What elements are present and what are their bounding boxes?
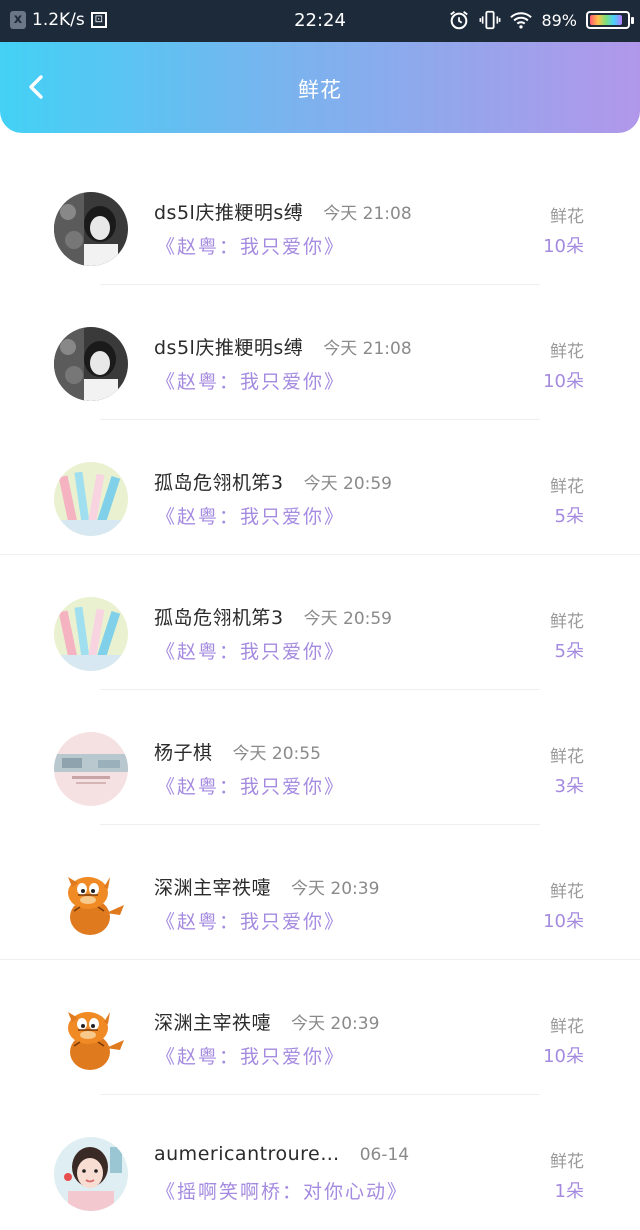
flower-label: 鲜花 xyxy=(550,612,584,632)
timestamp: 今天 21:08 xyxy=(323,204,412,224)
page-header: 鲜花 xyxy=(0,42,640,133)
list-item[interactable]: 深渊主宰祑嚏 今天 20:39 《赵粤：我只爱你》 鲜花 10朵 xyxy=(0,825,640,960)
timestamp: 今天 21:08 xyxy=(323,339,412,359)
list-item[interactable]: 孤岛危翎机笫3 今天 20:59 《赵粤：我只爱你》 鲜花 5朵 xyxy=(0,420,640,555)
flower-count: 10朵 xyxy=(543,236,584,257)
flower-label: 鲜花 xyxy=(550,207,584,227)
user-name: 杨子棋 xyxy=(154,742,213,764)
flower-label: 鲜花 xyxy=(550,342,584,362)
flower-record-list: ds5l庆推粳明s缚 今天 21:08 《赵粤：我只爱你》 鲜花 10朵 ds5… xyxy=(0,150,640,1230)
user-name: 深渊主宰祑嚏 xyxy=(154,877,272,899)
list-item[interactable]: 杨子棋 今天 20:55 《赵粤：我只爱你》 鲜花 3朵 xyxy=(0,690,640,825)
timestamp: 今天 20:59 xyxy=(303,609,392,629)
list-item[interactable]: aumericantroure… 06-14 《摇啊笑啊桥：对你心动》 鲜花 1… xyxy=(0,1095,640,1230)
user-name: ds5l庆推粳明s缚 xyxy=(154,202,304,224)
status-bar: x 1.2K/s ⊡ 22:24 89% xyxy=(0,0,640,42)
avatar[interactable] xyxy=(54,732,128,806)
flower-label: 鲜花 xyxy=(550,477,584,497)
wifi-icon xyxy=(510,12,533,29)
page-title: 鲜花 xyxy=(298,78,342,102)
song-title[interactable]: 《摇啊笑啊桥：对你心动》 xyxy=(156,1177,408,1204)
list-item[interactable]: 孤岛危翎机笫3 今天 20:59 《赵粤：我只爱你》 鲜花 5朵 xyxy=(0,555,640,690)
user-name: 深渊主宰祑嚏 xyxy=(154,1012,272,1034)
timestamp: 今天 20:39 xyxy=(291,1014,380,1034)
song-title[interactable]: 《赵粤：我只爱你》 xyxy=(156,772,345,799)
user-name: 孤岛危翎机笫3 xyxy=(154,607,284,629)
avatar[interactable] xyxy=(54,1137,128,1211)
timestamp: 06-14 xyxy=(359,1145,410,1165)
list-item[interactable]: ds5l庆推粳明s缚 今天 21:08 《赵粤：我只爱你》 鲜花 10朵 xyxy=(0,285,640,420)
user-name: 孤岛危翎机笫3 xyxy=(154,472,284,494)
vibrate-icon xyxy=(479,10,501,30)
flower-label: 鲜花 xyxy=(550,882,584,902)
flower-label: 鲜花 xyxy=(550,1152,584,1172)
user-name: ds5l庆推粳明s缚 xyxy=(154,337,304,359)
timestamp: 今天 20:39 xyxy=(291,879,380,899)
flower-label: 鲜花 xyxy=(550,747,584,767)
song-title[interactable]: 《赵粤：我只爱你》 xyxy=(156,367,345,394)
avatar[interactable] xyxy=(54,327,128,401)
flower-count: 1朵 xyxy=(554,1181,584,1202)
list-item[interactable]: 深渊主宰祑嚏 今天 20:39 《赵粤：我只爱你》 鲜花 10朵 xyxy=(0,960,640,1095)
song-title[interactable]: 《赵粤：我只爱你》 xyxy=(156,637,345,664)
song-title[interactable]: 《赵粤：我只爱你》 xyxy=(156,502,345,529)
flower-count: 10朵 xyxy=(543,371,584,392)
song-title[interactable]: 《赵粤：我只爱你》 xyxy=(156,1042,345,1069)
avatar[interactable] xyxy=(54,192,128,266)
battery-icon xyxy=(586,11,634,29)
song-title[interactable]: 《赵粤：我只爱你》 xyxy=(156,232,345,259)
flower-count: 5朵 xyxy=(554,506,584,527)
list-item[interactable]: ds5l庆推粳明s缚 今天 21:08 《赵粤：我只爱你》 鲜花 10朵 xyxy=(0,150,640,285)
alarm-icon xyxy=(450,11,469,30)
timestamp: 今天 20:59 xyxy=(303,474,392,494)
avatar[interactable] xyxy=(54,867,128,941)
song-title[interactable]: 《赵粤：我只爱你》 xyxy=(156,907,345,934)
avatar[interactable] xyxy=(54,1002,128,1076)
avatar[interactable] xyxy=(54,597,128,671)
battery-percent: 89% xyxy=(541,10,577,30)
user-name: aumericantroure… xyxy=(154,1143,340,1165)
timestamp: 今天 20:55 xyxy=(232,744,321,764)
avatar[interactable] xyxy=(54,462,128,536)
flower-count: 10朵 xyxy=(543,1046,584,1067)
flower-label: 鲜花 xyxy=(550,1017,584,1037)
flower-count: 5朵 xyxy=(554,641,584,662)
flower-count: 10朵 xyxy=(543,911,584,932)
flower-count: 3朵 xyxy=(554,776,584,797)
